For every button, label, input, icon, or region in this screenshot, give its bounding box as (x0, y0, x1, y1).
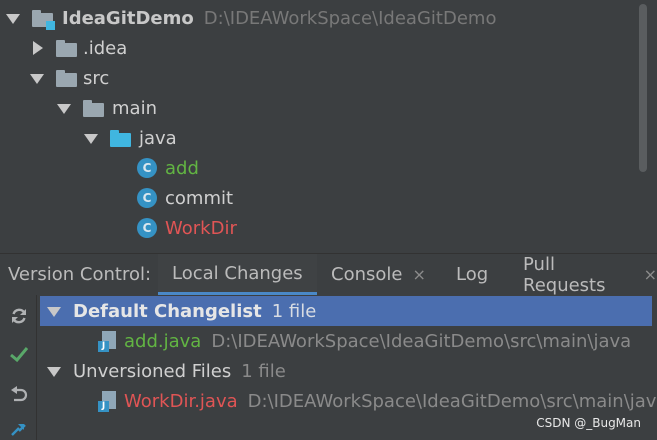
diff-button[interactable] (6, 417, 32, 440)
file-label: add (165, 157, 199, 179)
changelist-label: Unversioned Files (73, 360, 232, 382)
java-file-icon: J (98, 330, 117, 352)
tab-label: Local Changes (172, 262, 303, 284)
tree-scrollbar[interactable] (639, 4, 647, 172)
class-icon: C (137, 218, 157, 238)
changes-toolbar (0, 295, 37, 440)
source-folder-icon (110, 129, 131, 147)
tab-console[interactable]: Console × (331, 254, 426, 295)
commit-check-icon (10, 347, 29, 363)
folder-icon (83, 99, 104, 117)
changelist-count: 1 file (241, 360, 286, 382)
tree-node-src[interactable]: src (30, 63, 109, 93)
collapse-arrow-icon[interactable] (30, 41, 44, 55)
tool-window-tabbar: Version Control: Local Changes Console ×… (0, 253, 657, 296)
folder-label: src (83, 67, 110, 89)
folder-icon (56, 69, 77, 87)
rollback-icon (11, 386, 28, 402)
file-name: add.java (124, 330, 202, 352)
changelist-unversioned[interactable]: Unversioned Files 1 file (40, 356, 286, 386)
project-path: D:\IDEAWorkSpace\IdeaGitDemo (203, 7, 497, 29)
tab-local-changes[interactable]: Local Changes (158, 254, 317, 295)
file-label: commit (165, 187, 234, 209)
refresh-button[interactable] (6, 303, 32, 329)
expand-arrow-icon[interactable] (6, 11, 20, 25)
expand-arrow-icon[interactable] (57, 101, 71, 115)
file-path: D:\IDEAWorkSpace\IdeaGitDemo\src\main\ja… (247, 390, 657, 412)
change-file-add[interactable]: J add.java D:\IDEAWorkSpace\IdeaGitDemo\… (98, 326, 631, 356)
project-name: IdeaGitDemo (62, 7, 194, 29)
file-label: WorkDir (165, 217, 237, 239)
watermark: CSDN @_BugMan (536, 416, 641, 430)
folder-icon (56, 39, 77, 57)
tree-node-root[interactable]: IdeaGitDemo D:\IDEAWorkSpace\IdeaGitDemo (6, 3, 496, 33)
tab-label: Log (456, 264, 489, 285)
folder-label: java (139, 127, 177, 149)
tool-window-title: Version Control: (8, 264, 152, 285)
expand-arrow-icon[interactable] (47, 304, 61, 318)
tree-node-java[interactable]: java (84, 123, 177, 153)
refresh-icon (12, 308, 26, 324)
diff-icon (11, 424, 26, 436)
folder-label: main (112, 97, 157, 119)
file-path: D:\IDEAWorkSpace\IdeaGitDemo\src\main\ja… (211, 330, 632, 352)
java-file-icon: J (98, 390, 117, 412)
changelist-count: 1 file (271, 300, 317, 322)
folder-label: .idea (83, 37, 128, 59)
changelist-default[interactable]: Default Changelist 1 file (40, 296, 652, 326)
tab-label: Pull Requests (523, 253, 606, 296)
tree-node-main[interactable]: main (57, 93, 157, 123)
expand-arrow-icon[interactable] (47, 364, 61, 378)
tree-file-add[interactable]: C add (137, 153, 199, 183)
project-folder-icon (32, 9, 55, 30)
tree-file-commit[interactable]: C commit (137, 183, 233, 213)
tab-log[interactable]: Log (456, 254, 488, 295)
close-icon[interactable]: × (412, 265, 425, 284)
change-file-workdir[interactable]: J WorkDir.java D:\IDEAWorkSpace\IdeaGitD… (98, 386, 657, 416)
changelist-label: Default Changelist (73, 300, 262, 322)
tree-node-idea[interactable]: .idea (30, 33, 127, 63)
expand-arrow-icon[interactable] (84, 131, 98, 145)
tab-label: Console (331, 264, 403, 285)
commit-button[interactable] (6, 341, 32, 367)
class-icon: C (137, 188, 157, 208)
project-tree: IdeaGitDemo D:\IDEAWorkSpace\IdeaGitDemo… (0, 0, 657, 253)
tab-pull-requests[interactable]: Pull Requests × (523, 253, 657, 296)
rollback-button[interactable] (6, 381, 32, 407)
class-icon: C (137, 158, 157, 178)
tree-file-workdir[interactable]: C WorkDir (137, 213, 237, 243)
file-name: WorkDir.java (124, 390, 238, 412)
close-icon[interactable]: × (644, 265, 657, 284)
expand-arrow-icon[interactable] (30, 71, 44, 85)
